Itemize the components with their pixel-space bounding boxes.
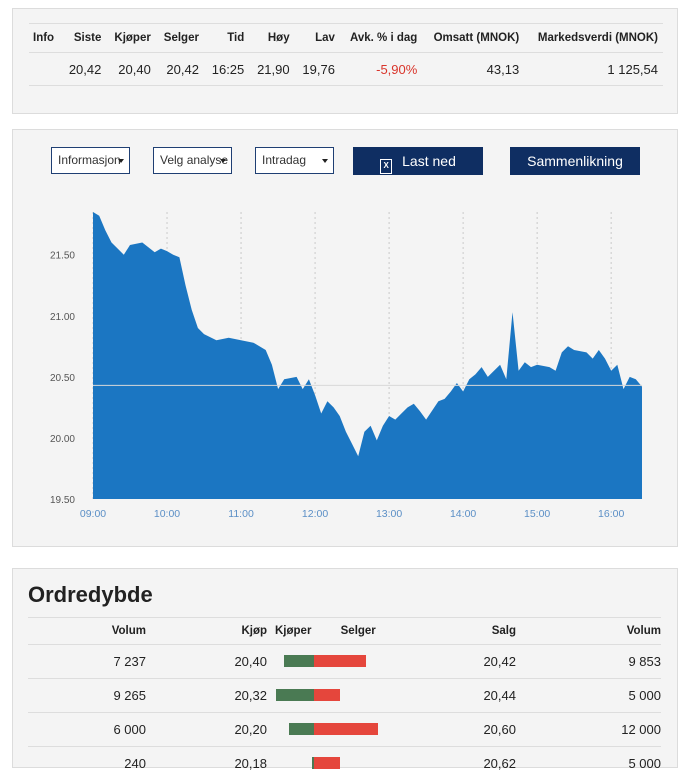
sell-price: 20,60 (411, 713, 516, 747)
sell-volume: 5 000 (516, 747, 661, 780)
buy-volume-bar (276, 689, 314, 701)
depth-bars (267, 747, 411, 780)
intraday-chart: 19.50 20.00 20.50 21.00 21.50 09:00 10:00 11:0… (13, 130, 677, 546)
sell-price: 20,44 (411, 679, 516, 713)
buy-volume-bar (284, 655, 314, 667)
x-tick-label: 14:00 (450, 508, 476, 520)
ask-value: 20,42 (156, 53, 204, 86)
table-row: 240 20,18 20,62 5 000 (28, 747, 661, 780)
order-depth-title: Ordredybde (28, 582, 153, 608)
turnover-value: 43,13 (422, 53, 524, 86)
buy-volume: 6 000 (28, 713, 146, 747)
quote-table: Info Siste Kjøper Selger Tid Høy Lav Avk… (29, 23, 663, 86)
sell-volume-bar (314, 689, 340, 701)
col-bars: Kjøper Selger (267, 618, 411, 645)
x-tick-label: 10:00 (154, 508, 180, 520)
x-tick-label: 09:00 (80, 508, 106, 520)
table-row: 9 265 20,32 20,44 5 000 (28, 679, 661, 713)
sell-volume-bar (314, 655, 366, 667)
col-turnover: Omsatt (MNOK) (422, 24, 524, 53)
x-axis: 09:00 10:00 11:00 12:00 13:00 14:00 15:00 16:00 (80, 508, 625, 520)
depth-bars (267, 679, 411, 713)
change-value: -5,90% (340, 53, 422, 86)
col-market-cap: Markedsverdi (MNOK) (524, 24, 663, 53)
table-row: 6 000 20,20 20,60 12 000 (28, 713, 661, 747)
buy-volume: 7 237 (28, 645, 146, 679)
col-time: Tid (204, 24, 249, 53)
y-tick-label: 19.50 (50, 495, 75, 506)
quote-row: 20,42 20,40 20,42 16:25 21,90 19,76 -5,9… (29, 53, 663, 86)
x-tick-label: 13:00 (376, 508, 402, 520)
x-tick-label: 16:00 (598, 508, 624, 520)
sell-volume-bar (314, 723, 378, 735)
col-seller: Selger (341, 625, 376, 637)
chart-panel: Informasjon Velg analyse Intradag XLast … (12, 129, 678, 547)
low-value: 19,76 (295, 53, 340, 86)
col-buyer: Kjøper (275, 625, 311, 637)
depth-bars (267, 645, 411, 679)
bid-value: 20,40 (106, 53, 155, 86)
sell-volume-bar (314, 757, 340, 769)
high-value: 21,90 (249, 53, 294, 86)
col-ask: Selger (156, 24, 204, 53)
sell-volume: 9 853 (516, 645, 661, 679)
table-row: 7 237 20,40 20,42 9 853 (28, 645, 661, 679)
buy-price: 20,40 (146, 645, 267, 679)
buy-price: 20,18 (146, 747, 267, 780)
quote-header-row: Info Siste Kjøper Selger Tid Høy Lav Avk… (29, 24, 663, 53)
y-tick-label: 20.00 (50, 434, 75, 445)
info-value (29, 53, 61, 86)
col-sell-price: Salg (411, 618, 516, 645)
buy-volume-bar (289, 723, 314, 735)
col-low: Lav (295, 24, 340, 53)
last-value: 20,42 (61, 53, 106, 86)
col-high: Høy (249, 24, 294, 53)
buy-volume: 240 (28, 747, 146, 780)
price-area-series (93, 212, 642, 499)
x-tick-label: 15:00 (524, 508, 550, 520)
col-buy-price: Kjøp (146, 618, 267, 645)
buy-price: 20,32 (146, 679, 267, 713)
sell-price: 20,42 (411, 645, 516, 679)
time-value: 16:25 (204, 53, 249, 86)
y-tick-label: 21.00 (50, 312, 75, 323)
depth-bars (267, 713, 411, 747)
col-buy-volume: Volum (28, 618, 146, 645)
col-bid: Kjøper (106, 24, 155, 53)
sell-volume: 5 000 (516, 679, 661, 713)
x-tick-label: 11:00 (228, 508, 254, 520)
depth-header-row: Volum Kjøp Kjøper Selger Salg Volum (28, 618, 661, 645)
y-axis: 19.50 20.00 20.50 21.00 21.50 (50, 251, 75, 506)
col-last: Siste (61, 24, 106, 53)
order-depth-panel: Ordredybde Volum Kjøp Kjøper Selger Salg… (12, 568, 678, 768)
market-cap-value: 1 125,54 (524, 53, 663, 86)
sell-price: 20,62 (411, 747, 516, 780)
buy-volume: 9 265 (28, 679, 146, 713)
buy-price: 20,20 (146, 713, 267, 747)
y-tick-label: 21.50 (50, 251, 75, 262)
col-change: Avk. % i dag (340, 24, 422, 53)
order-depth-table: Volum Kjøp Kjøper Selger Salg Volum 7 23… (28, 617, 661, 780)
x-tick-label: 12:00 (302, 508, 328, 520)
col-info: Info (29, 24, 61, 53)
sell-volume: 12 000 (516, 713, 661, 747)
quote-panel: Info Siste Kjøper Selger Tid Høy Lav Avk… (12, 8, 678, 114)
col-sell-volume: Volum (516, 618, 661, 645)
y-tick-label: 20.50 (50, 373, 75, 384)
